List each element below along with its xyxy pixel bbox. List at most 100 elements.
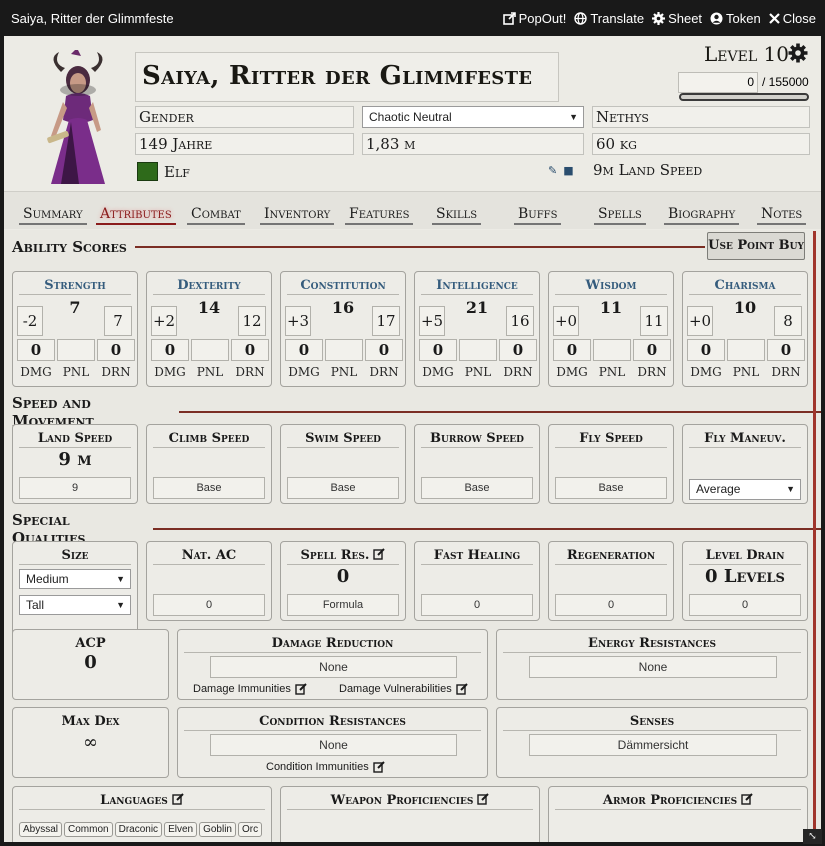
ability-base-input[interactable]: 11 (640, 306, 668, 336)
tab-inventory[interactable]: Inventory (260, 205, 335, 225)
edit-icon[interactable] (477, 793, 490, 805)
ability-base-input[interactable]: 17 (372, 306, 400, 336)
stature-select[interactable]: Tall ▼ (19, 595, 131, 615)
weight-field[interactable]: 60 kg (592, 133, 810, 155)
ability-damage-input[interactable]: 0 (553, 339, 591, 361)
regeneration-input[interactable]: 0 (555, 594, 667, 616)
gender-field[interactable]: Gender (135, 106, 354, 128)
alignment-value: Chaotic Neutral (369, 110, 452, 124)
fast-healing-input[interactable]: 0 (421, 594, 533, 616)
ability-drain-input[interactable]: 0 (365, 339, 403, 361)
ability-penalty-input[interactable] (593, 339, 631, 361)
senses-card: Senses Dämmersicht (496, 707, 808, 778)
ability-damage-input[interactable]: 0 (285, 339, 323, 361)
edit-icon[interactable] (373, 761, 385, 773)
close-button[interactable]: Close (768, 11, 816, 26)
ability-damage-input[interactable]: 0 (17, 339, 55, 361)
damage-reduction-input[interactable]: None (210, 656, 457, 678)
damage-vulnerabilities-link[interactable]: Damage Vulnerabilities (339, 683, 468, 695)
energy-resistances-input[interactable]: None (529, 656, 777, 678)
damage-vulnerabilities-label: Damage Vulnerabilities (339, 683, 452, 695)
token-button[interactable]: Token (710, 11, 761, 26)
edit-icon[interactable]: ✎ (548, 164, 557, 177)
spell-res-input[interactable]: Formula (287, 594, 399, 616)
chevron-down-icon: ▼ (786, 484, 795, 494)
tab-spells[interactable]: Spells (594, 205, 646, 225)
settings-gear-icon[interactable] (788, 43, 808, 63)
ability-drain-input[interactable]: 0 (767, 339, 805, 361)
ability-drain-input[interactable]: 0 (231, 339, 269, 361)
level-drain-input[interactable]: 0 (689, 594, 801, 616)
climb-speed-input[interactable]: Base (153, 477, 265, 499)
scrollbar[interactable] (813, 231, 816, 831)
deity-field[interactable]: Nethys (592, 106, 810, 128)
condition-immunities-link[interactable]: Condition Immunities (266, 761, 385, 773)
trash-icon[interactable]: ■ (563, 164, 573, 177)
ability-damage-input[interactable]: 0 (151, 339, 189, 361)
ability-damage-input[interactable]: 0 (687, 339, 725, 361)
tab-combat[interactable]: Combat (187, 205, 245, 225)
character-name[interactable]: Saiya, Ritter der Glimmfeste (135, 52, 559, 102)
ability-name[interactable]: Charisma (689, 278, 801, 295)
edit-icon[interactable] (373, 548, 386, 560)
nat-ac-input[interactable]: 0 (153, 594, 265, 616)
ability-name[interactable]: Constitution (287, 278, 399, 295)
fast-healing-title: Fast Healing (421, 548, 533, 565)
tab-skills[interactable]: Skills (432, 205, 482, 225)
penalty-label: PNL (598, 365, 626, 379)
ability-base-input[interactable]: 16 (506, 306, 534, 336)
height-field[interactable]: 1,83 m (362, 133, 584, 155)
fly-maneuverability-select[interactable]: Average ▼ (689, 479, 801, 500)
ability-name[interactable]: Wisdom (555, 278, 667, 295)
ability-name[interactable]: Intelligence (421, 278, 533, 295)
ability-name[interactable]: Dexterity (153, 278, 265, 295)
burrow-speed-input[interactable]: Base (421, 477, 533, 499)
tab-attributes[interactable]: Attributes (96, 205, 176, 225)
ability-penalty-input[interactable] (727, 339, 765, 361)
race-name[interactable]: Elf (164, 163, 190, 181)
ability-base-input[interactable]: 12 (238, 306, 266, 336)
senses-input[interactable]: Dämmersicht (529, 734, 777, 756)
ability-penalty-input[interactable] (459, 339, 497, 361)
edit-icon[interactable] (741, 793, 753, 805)
tab-summary[interactable]: Summary (19, 205, 87, 225)
xp-current-input[interactable]: 0 (678, 72, 758, 93)
ability-penalty-input[interactable] (325, 339, 363, 361)
ability-base-input[interactable]: 8 (774, 306, 802, 336)
gear-icon (652, 12, 666, 25)
tab-features[interactable]: Features (345, 205, 414, 225)
fly-speed-input[interactable]: Base (555, 477, 667, 499)
alignment-select[interactable]: Chaotic Neutral ▼ (362, 106, 584, 128)
ability-drain-input[interactable]: 0 (633, 339, 671, 361)
window-titlebar[interactable]: Saiya, Ritter der Glimmfeste PopOut! Tra… (0, 0, 825, 36)
resize-handle-icon[interactable]: ⤡ (803, 829, 822, 844)
tab-notes[interactable]: Notes (757, 205, 807, 225)
size-select[interactable]: Medium ▼ (19, 569, 131, 589)
edit-icon[interactable] (172, 793, 184, 805)
character-portrait[interactable] (21, 50, 133, 186)
language-tag: Common (64, 822, 113, 837)
ability-drain-input[interactable]: 0 (499, 339, 537, 361)
languages-title: Languages (100, 793, 168, 808)
ability-penalty-input[interactable] (191, 339, 229, 361)
popout-button[interactable]: PopOut! (502, 11, 566, 26)
character-sheet: Saiya, Ritter der Glimmfeste Level 10 0 … (4, 36, 821, 842)
ability-base-input[interactable]: 7 (104, 306, 132, 336)
edit-icon[interactable] (456, 683, 468, 695)
condition-resistances-input[interactable]: None (210, 734, 457, 756)
tab-biography[interactable]: Biography (664, 205, 740, 225)
ability-drain-input[interactable]: 0 (97, 339, 135, 361)
ability-card-constitution: Constitution 16 +3 17 0 0 DMG PNL DRN (280, 271, 406, 387)
ability-name[interactable]: Strength (19, 278, 131, 295)
tab-buffs[interactable]: Buffs (514, 205, 562, 225)
swim-speed-input[interactable]: Base (287, 477, 399, 499)
point-buy-button[interactable]: Use Point Buy (707, 232, 805, 260)
ability-damage-input[interactable]: 0 (419, 339, 457, 361)
edit-icon[interactable] (295, 683, 307, 695)
age-field[interactable]: 149 Jahre (135, 133, 354, 155)
sheet-button[interactable]: Sheet (652, 11, 702, 26)
ability-penalty-input[interactable] (57, 339, 95, 361)
damage-immunities-link[interactable]: Damage Immunities (193, 683, 307, 695)
translate-button[interactable]: Translate (574, 11, 644, 26)
land-speed-input[interactable]: 9 (19, 477, 131, 499)
